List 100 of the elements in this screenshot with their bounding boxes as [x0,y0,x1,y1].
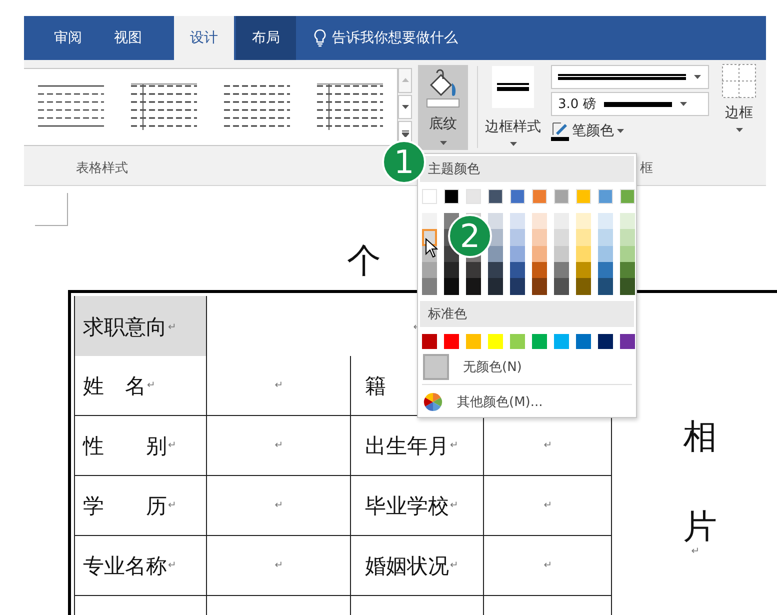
ribbon-tab[interactable]: 审阅 [38,16,98,60]
color-swatch[interactable] [620,246,635,262]
color-swatch[interactable] [598,334,613,349]
paint-bucket-icon [425,69,461,109]
color-wheel-icon [423,392,443,412]
color-swatch[interactable] [422,278,437,295]
color-swatch[interactable] [510,212,525,230]
ribbon-tab[interactable]: 视图 [98,16,158,60]
color-swatch[interactable] [532,212,547,230]
color-swatch[interactable] [598,278,613,295]
color-swatch[interactable] [422,212,437,230]
caret-icon [617,129,624,133]
color-swatch[interactable] [532,246,547,262]
color-swatch[interactable] [576,229,591,246]
double-line-icon [558,74,686,80]
color-swatch[interactable] [510,246,525,262]
shading-label: 底纹 [429,115,457,133]
table-cell: 姓 名↵ [74,356,207,416]
table-cell: ↵ [207,536,351,596]
table-cell: 性 别↵ [74,416,207,476]
table-style-thumbnail[interactable] [128,82,199,132]
scroll-down-button[interactable] [398,94,412,120]
more-caret-icon [402,130,408,138]
table-cell: 婚姻状况↵ [351,536,484,596]
color-swatch[interactable] [422,334,437,349]
caret-icon [736,128,742,132]
table-style-thumbnail[interactable] [315,82,386,132]
color-swatch[interactable] [532,334,547,349]
table-cell: ↵ [207,476,351,536]
color-swatch[interactable] [576,334,591,349]
color-swatch[interactable] [620,278,635,295]
shading-button[interactable]: 底纹 [418,65,468,150]
color-swatch[interactable] [554,229,569,246]
table-cell: 求职意向↵ [74,296,207,359]
margin-corner-mark [35,193,68,226]
color-swatch[interactable] [554,212,569,230]
color-swatch[interactable] [488,278,503,295]
up-caret-icon [402,78,408,82]
color-swatch[interactable] [488,262,503,278]
menu-section-header: 标准色 [420,300,634,327]
color-swatch[interactable] [488,246,503,262]
document-title: 个 [347,240,382,282]
color-swatch[interactable] [422,262,437,278]
table-cell: ↵ [484,476,612,536]
pen-color-button[interactable]: 笔颜色 [551,119,709,143]
color-swatch[interactable] [510,229,525,246]
table-cell: 出生年月↵ [351,416,484,476]
table-cell: ↵ [484,536,612,596]
group-label: 框 [640,160,653,176]
photo-placeholder-text: 片 [683,506,717,548]
grid-icon [722,64,756,98]
photo-placeholder-text: 相 [683,416,717,459]
line-style-dropdown[interactable] [551,65,709,89]
color-swatch[interactable] [510,278,525,295]
color-swatch[interactable] [576,278,591,295]
color-swatch[interactable] [598,262,613,278]
empty-swatch-icon [423,354,449,380]
color-swatch[interactable] [532,229,547,246]
menu-section-header: 主题颜色 [420,156,634,182]
color-swatch[interactable] [598,246,613,262]
color-swatch[interactable] [532,278,547,295]
color-swatch[interactable] [466,278,481,295]
mouse-pointer-icon [425,238,438,258]
color-swatch[interactable] [444,278,459,295]
caret-icon [402,105,408,109]
tell-me-search[interactable]: 告诉我你想要做什么 [332,29,458,47]
line-weight-dropdown[interactable]: 3.0 磅 [551,92,709,116]
ribbon-tab[interactable]: 布局 [236,16,296,60]
color-swatch[interactable] [620,334,635,349]
table-cell: 专业名称↵ [74,536,207,596]
color-swatch[interactable] [598,212,613,230]
caret-icon [510,142,516,146]
table-cell: ↵ [207,356,351,416]
color-swatch[interactable] [620,212,635,230]
color-swatch[interactable] [466,262,481,278]
borders-button[interactable]: 边框 [719,64,759,132]
color-swatch[interactable] [576,212,591,230]
caret-icon [440,141,446,145]
color-swatch[interactable] [554,246,569,262]
color-swatch[interactable] [620,262,635,278]
ribbon-tab[interactable]: 设计 [174,16,234,60]
table-cell: 毕业学校↵ [351,476,484,536]
color-swatch[interactable] [554,334,569,349]
table-cell: ↵ [484,416,612,476]
color-swatch[interactable] [598,229,613,246]
table-cell: ↵ [207,416,351,476]
color-swatch[interactable] [444,262,459,278]
color-swatch[interactable] [620,229,635,246]
color-swatch[interactable] [488,212,503,230]
color-swatch[interactable] [532,262,547,278]
border-styles-button[interactable]: 边框样式 [482,66,544,146]
color-swatch[interactable] [444,334,459,349]
color-swatch[interactable] [554,262,569,278]
color-swatch[interactable] [510,262,525,278]
color-swatch[interactable] [576,246,591,262]
color-swatch[interactable] [554,278,569,295]
color-swatch[interactable] [510,334,525,349]
table-cell: 学 历↵ [74,476,207,536]
color-swatch[interactable] [576,262,591,278]
thick-line-icon [497,83,529,91]
